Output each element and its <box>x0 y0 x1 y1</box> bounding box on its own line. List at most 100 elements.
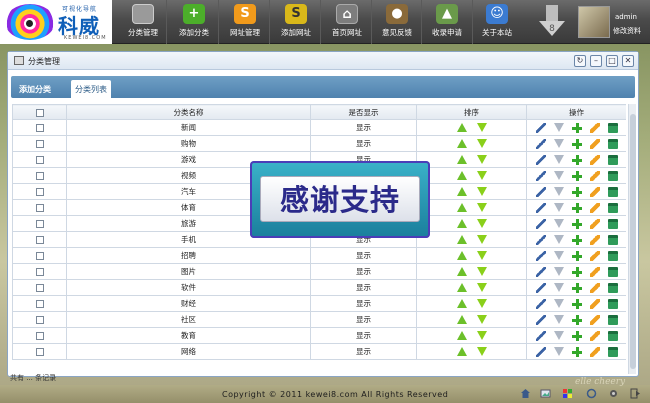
delete-icon[interactable] <box>607 154 618 165</box>
delete-icon[interactable] <box>607 330 618 341</box>
move-down-icon[interactable] <box>476 155 487 165</box>
delete-icon[interactable] <box>607 314 618 325</box>
refresh-icon[interactable] <box>586 388 597 399</box>
row-checkbox[interactable] <box>35 188 44 196</box>
row-checkbox[interactable] <box>35 252 44 260</box>
delete-icon[interactable] <box>607 186 618 197</box>
down-icon[interactable] <box>553 219 564 228</box>
move-up-icon[interactable] <box>456 139 467 149</box>
row-select-cell[interactable] <box>12 119 67 136</box>
move-up-icon[interactable] <box>456 171 467 181</box>
down-icon[interactable] <box>553 203 564 212</box>
toolbar-feedback[interactable]: ● 意见反馈 <box>372 4 422 42</box>
move-down-icon[interactable] <box>476 123 487 133</box>
down-icon[interactable] <box>553 235 564 244</box>
down-icon[interactable] <box>553 331 564 340</box>
tab-category-list[interactable]: 分类列表 <box>71 80 111 98</box>
move-up-icon[interactable] <box>456 219 467 229</box>
pencil-icon[interactable] <box>589 250 600 261</box>
move-down-icon[interactable] <box>476 219 487 229</box>
row-select-cell[interactable] <box>12 231 67 248</box>
row-checkbox[interactable] <box>35 316 44 324</box>
add-icon[interactable] <box>571 250 582 261</box>
toolbar-home-urls[interactable]: ⌂ 首页网址 <box>322 4 372 42</box>
down-icon[interactable] <box>553 123 564 132</box>
scrollbar[interactable] <box>628 104 636 374</box>
move-down-icon[interactable] <box>476 203 487 213</box>
row-checkbox[interactable] <box>35 204 44 212</box>
move-down-icon[interactable] <box>476 267 487 277</box>
edit-icon[interactable] <box>535 266 546 277</box>
add-icon[interactable] <box>571 330 582 341</box>
row-select-cell[interactable] <box>12 199 67 216</box>
down-icon[interactable] <box>553 187 564 196</box>
add-icon[interactable] <box>571 314 582 325</box>
add-icon[interactable] <box>571 282 582 293</box>
down-icon[interactable] <box>553 171 564 180</box>
row-select-cell[interactable] <box>12 167 67 184</box>
row-select-cell[interactable] <box>12 135 67 152</box>
down-icon[interactable] <box>553 155 564 164</box>
toolbar-submission[interactable]: ▲ 收录申请 <box>422 4 472 42</box>
pencil-icon[interactable] <box>589 346 600 357</box>
move-up-icon[interactable] <box>456 299 467 309</box>
delete-icon[interactable] <box>607 282 618 293</box>
row-select-cell[interactable] <box>12 327 67 344</box>
down-icon[interactable] <box>553 283 564 292</box>
maximize-icon[interactable]: □ <box>606 55 618 67</box>
delete-icon[interactable] <box>607 122 618 133</box>
pencil-icon[interactable] <box>589 266 600 277</box>
pencil-icon[interactable] <box>589 330 600 341</box>
move-down-icon[interactable] <box>476 171 487 181</box>
move-up-icon[interactable] <box>456 315 467 325</box>
toolbar-add-category[interactable]: + 添加分类 <box>169 4 219 42</box>
edit-icon[interactable] <box>535 154 546 165</box>
pencil-icon[interactable] <box>589 234 600 245</box>
pencil-icon[interactable] <box>589 186 600 197</box>
row-checkbox[interactable] <box>35 284 44 292</box>
pencil-icon[interactable] <box>589 298 600 309</box>
delete-icon[interactable] <box>607 346 618 357</box>
edit-icon[interactable] <box>535 298 546 309</box>
edit-icon[interactable] <box>535 138 546 149</box>
move-up-icon[interactable] <box>456 235 467 245</box>
row-select-cell[interactable] <box>12 279 67 296</box>
pencil-icon[interactable] <box>589 170 600 181</box>
avatar[interactable] <box>578 6 610 38</box>
toolbar-url-manage[interactable]: S 网址管理 <box>220 4 270 42</box>
move-down-icon[interactable] <box>476 251 487 261</box>
move-down-icon[interactable] <box>476 299 487 309</box>
row-select-cell[interactable] <box>12 263 67 280</box>
edit-icon[interactable] <box>535 202 546 213</box>
pencil-icon[interactable] <box>589 218 600 229</box>
move-up-icon[interactable] <box>456 123 467 133</box>
edit-icon[interactable] <box>535 346 546 357</box>
move-up-icon[interactable] <box>456 347 467 357</box>
down-icon[interactable] <box>553 347 564 356</box>
gear-icon[interactable] <box>608 388 619 399</box>
add-icon[interactable] <box>571 218 582 229</box>
move-down-icon[interactable] <box>476 139 487 149</box>
delete-icon[interactable] <box>607 250 618 261</box>
edit-icon[interactable] <box>535 122 546 133</box>
toolbar-category-manage[interactable]: 分类管理 <box>118 4 168 42</box>
move-up-icon[interactable] <box>456 283 467 293</box>
down-icon[interactable] <box>553 267 564 276</box>
delete-icon[interactable] <box>607 138 618 149</box>
tab-add-category[interactable]: 添加分类 <box>15 80 55 98</box>
move-up-icon[interactable] <box>456 203 467 213</box>
row-checkbox[interactable] <box>35 348 44 356</box>
down-icon[interactable] <box>553 315 564 324</box>
color-icon[interactable] <box>562 388 573 399</box>
toolbar-add-url[interactable]: S 添加网址 <box>271 4 321 42</box>
pencil-icon[interactable] <box>589 154 600 165</box>
add-icon[interactable] <box>571 266 582 277</box>
add-icon[interactable] <box>571 154 582 165</box>
down-icon[interactable] <box>553 139 564 148</box>
row-checkbox[interactable] <box>35 236 44 244</box>
row-select-cell[interactable] <box>12 247 67 264</box>
logout-icon[interactable] <box>630 388 641 399</box>
edit-icon[interactable] <box>535 330 546 341</box>
move-down-icon[interactable] <box>476 187 487 197</box>
move-up-icon[interactable] <box>456 155 467 165</box>
